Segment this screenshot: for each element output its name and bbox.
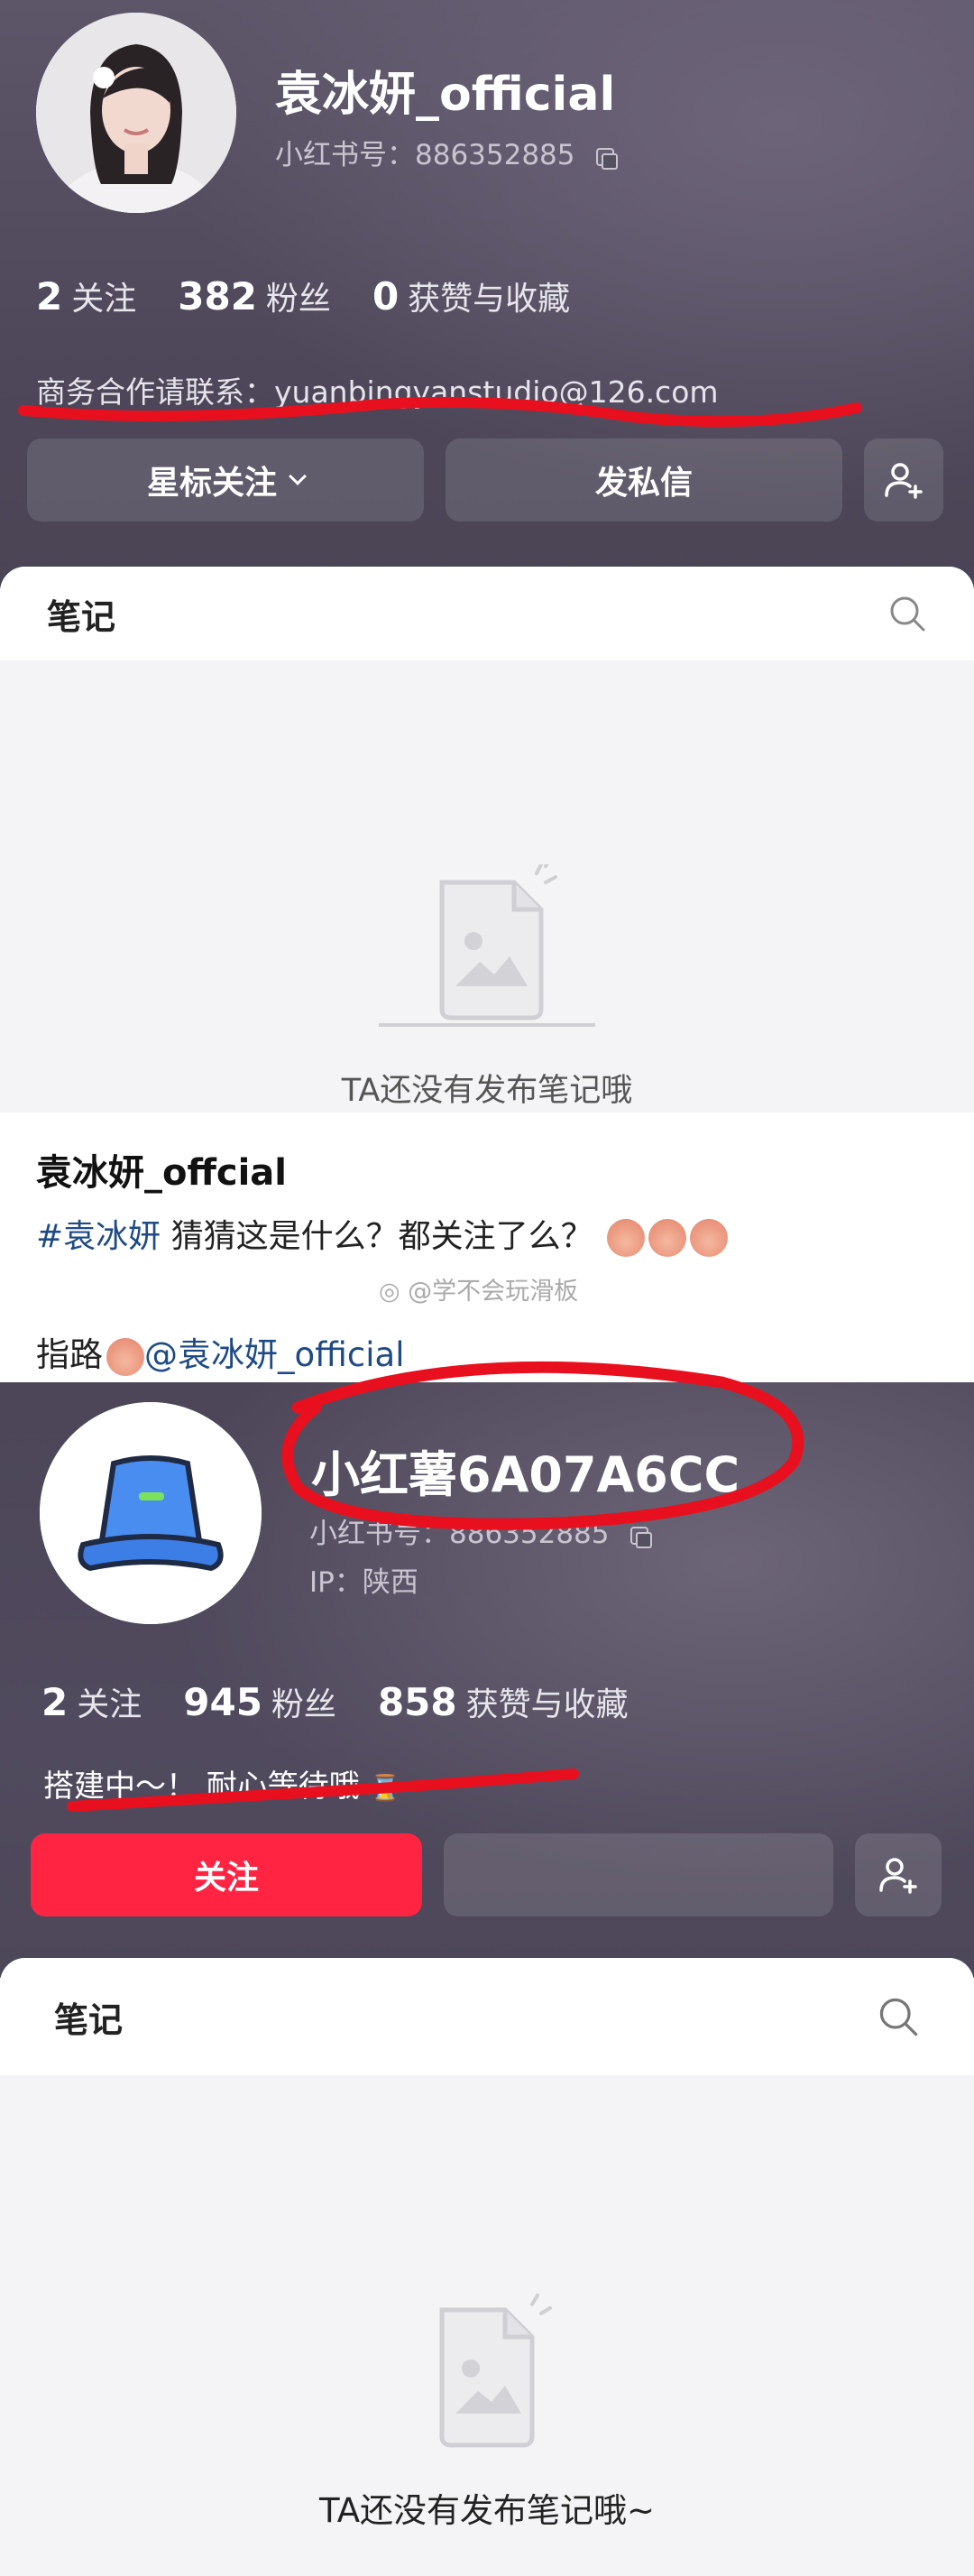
profile-stats: 2 关注 945 粉丝 858 获赞与收藏 [41,1678,629,1725]
post-author[interactable]: 袁冰妍_offcial [36,1143,287,1196]
add-friend-button[interactable] [855,1833,942,1916]
empty-state: TA还没有发布笔记哦 [0,857,974,1111]
profile-stats: 2 关注 382 粉丝 0 获赞与收藏 [36,272,570,319]
search-icon[interactable] [877,1995,920,2038]
notes-section-official: 笔记 TA还没有发布笔记哦 [0,567,974,1113]
profile-name: 小红薯6A07A6CC [311,1446,740,1503]
post-caption: 袁冰妍_offcial #袁冰妍 猜猜这是什么？都关注了么？ ◎ @学不会玩滑板… [0,1113,974,1383]
watermark-text: @学不会玩滑板 [408,1278,579,1306]
screenshot-collage: 袁冰妍_official 小红书号：886352885 2 关注 382 粉丝 0获… [0,0,974,2576]
empty-document-icon [377,857,597,1027]
add-user-icon [885,463,923,499]
notes-section-placeholder: 笔记 TA还没有发布笔记哦~ [0,1958,974,2576]
notes-tab-bar: 笔记 [0,567,974,660]
stat-label: 粉丝 [271,1686,336,1723]
stat-number: 0 [372,274,400,319]
search-icon[interactable] [887,594,927,633]
chevron-down-icon [289,467,307,485]
empty-state-text: TA还没有发布笔记哦~ [318,2491,656,2530]
follow-button[interactable]: 关注 [31,1833,422,1916]
account-id-text: 小红书号：886352885 [309,1518,610,1550]
profile-header-placeholder: 小红薯6A07A6CC 小红书号：886352885 IP：陕西 2 关注 945… [0,1382,974,1978]
hashtag-link[interactable]: #袁冰妍 [36,1218,161,1255]
ip-location: IP：陕西 [309,1566,418,1599]
stat-label: 关注 [77,1686,142,1723]
hourglass-icon: ⌛ [369,1773,401,1803]
pointer-prefix: 指路 [36,1335,103,1374]
stat-followers[interactable]: 945 粉丝 [183,1678,336,1725]
stat-number: 382 [178,274,257,319]
post-pointer-line: 指路 @袁冰妍_official [36,1327,404,1376]
profile-bio-text: 搭建中～！ 耐心等待哦 [43,1768,360,1805]
follow-label: 关注 [193,1860,259,1897]
stat-number: 2 [36,274,63,319]
peach-emoji-icon [648,1219,687,1257]
empty-state: TA还没有发布笔记哦~ [0,2292,974,2532]
post-text: #袁冰妍 猜猜这是什么？都关注了么？ [36,1210,729,1257]
empty-state-text: TA还没有发布笔记哦 [341,1073,633,1109]
stat-number: 945 [183,1680,262,1724]
star-follow-button[interactable]: 星标关注 [27,439,424,522]
post-body: 猜猜这是什么？都关注了么？ [161,1218,593,1255]
watermark: ◎ @学不会玩滑板 [379,1271,578,1306]
stat-likes[interactable]: 858 获赞与收藏 [378,1678,629,1725]
stat-following[interactable]: 2 关注 [36,272,136,319]
peach-emoji-icon [690,1219,729,1257]
notes-tab-bar: 笔记 [0,1958,974,2075]
avatar-bucket-hat[interactable] [40,1402,262,1624]
stat-label: 获赞与收藏 [465,1686,629,1723]
account-id[interactable]: 小红书号：886352885 [275,132,619,172]
stat-label: 获赞与收藏 [408,281,571,318]
stat-label: 粉丝 [265,281,331,318]
profile-bio: 商务合作请联系：yuanbingyanstudio@126.com [36,374,719,410]
account-id[interactable]: 小红书号：886352885 [309,1510,653,1551]
stat-likes[interactable]: 0 获赞与收藏 [372,272,570,319]
stat-number: 2 [41,1680,69,1724]
send-message-label: 发私信 [594,465,693,502]
profile-name: 袁冰妍_official [275,68,616,122]
stat-number: 858 [377,1680,457,1724]
account-id-text: 小红书号：886352885 [275,139,575,171]
mention-link[interactable]: @袁冰妍_official [144,1335,404,1374]
stat-following[interactable]: 2 关注 [41,1678,142,1725]
send-message-button[interactable] [444,1833,833,1916]
empty-document-icon [439,2294,552,2448]
peach-emoji-icon [607,1219,646,1257]
profile-header-official: 袁冰妍_official 小红书号：886352885 2 关注 382 粉丝 0获… [0,0,974,614]
add-friend-button[interactable] [864,439,943,522]
stat-followers[interactable]: 382 粉丝 [178,272,331,319]
tab-notes[interactable]: 笔记 [47,589,115,639]
avatar-official[interactable] [36,13,236,213]
weibo-icon: ◎ [379,1278,400,1306]
stat-label: 关注 [71,281,137,318]
star-follow-label: 星标关注 [146,465,277,502]
send-message-button[interactable]: 发私信 [446,439,842,522]
profile-bio: 搭建中～！ 耐心等待哦 ⌛ [43,1761,401,1805]
pointing-hand-icon [106,1337,144,1376]
add-user-icon [879,1858,917,1894]
tab-notes[interactable]: 笔记 [54,1992,123,2042]
copy-icon[interactable] [596,147,619,170]
copy-icon[interactable] [630,1526,653,1548]
